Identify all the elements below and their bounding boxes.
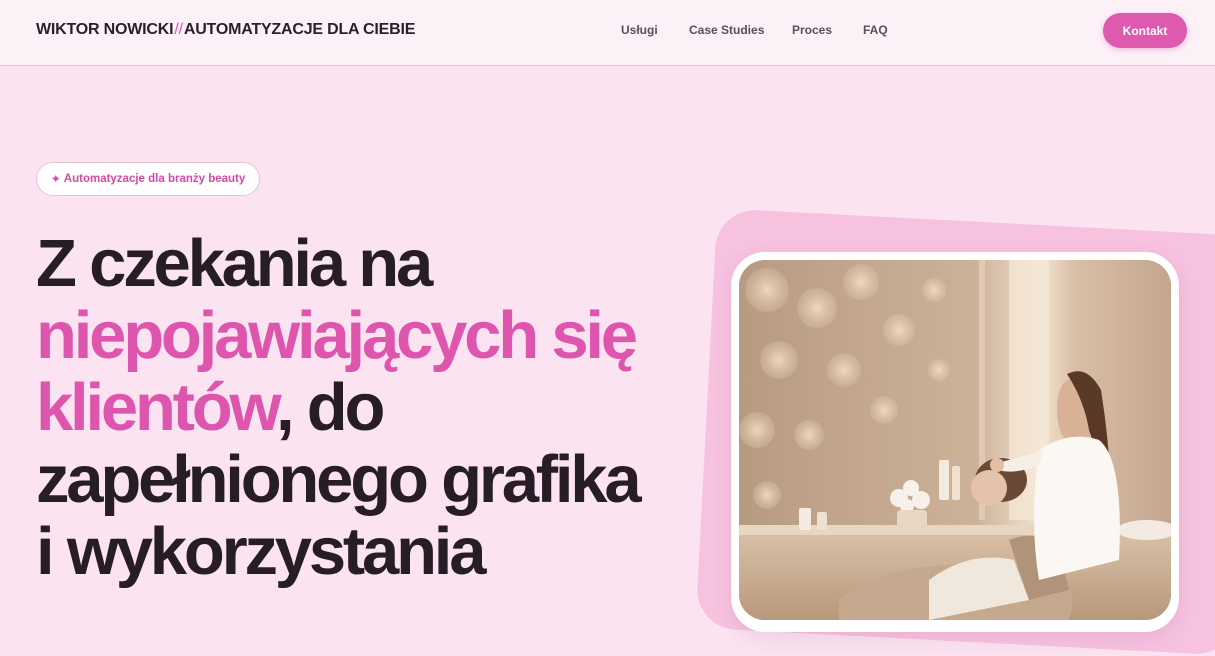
hero-headline: Z czekania na niepojawiających się klien… <box>36 228 716 588</box>
headline-line-5: i wykorzystania <box>36 514 486 589</box>
hero-badge-label: Automatyzacje dla branży beauty <box>63 173 246 185</box>
headline-line-1: Z czekania na <box>36 226 433 301</box>
headline-after-accent: , do <box>275 370 386 445</box>
headline-line-4: zapełnionego grafika <box>36 442 642 517</box>
main-nav: Usługi Case Studies Proces FAQ <box>0 23 1215 43</box>
hero-badge: ✦ Automatyzacje dla branży beauty <box>36 162 260 196</box>
site-header: WIKTOR NOWICKI//AUTOMATYZACJE DLA CIEBIE… <box>0 0 1215 66</box>
salon-illustration <box>739 260 1171 620</box>
nav-link-uslugi[interactable]: Usługi <box>621 23 658 37</box>
nav-link-faq[interactable]: FAQ <box>863 23 888 37</box>
contact-button[interactable]: Kontakt <box>1103 13 1187 48</box>
nav-link-case-studies[interactable]: Case Studies <box>689 23 764 37</box>
nav-link-proces[interactable]: Proces <box>792 23 832 37</box>
hero-image <box>739 260 1171 620</box>
sparkle-icon: ✦ <box>50 172 61 186</box>
